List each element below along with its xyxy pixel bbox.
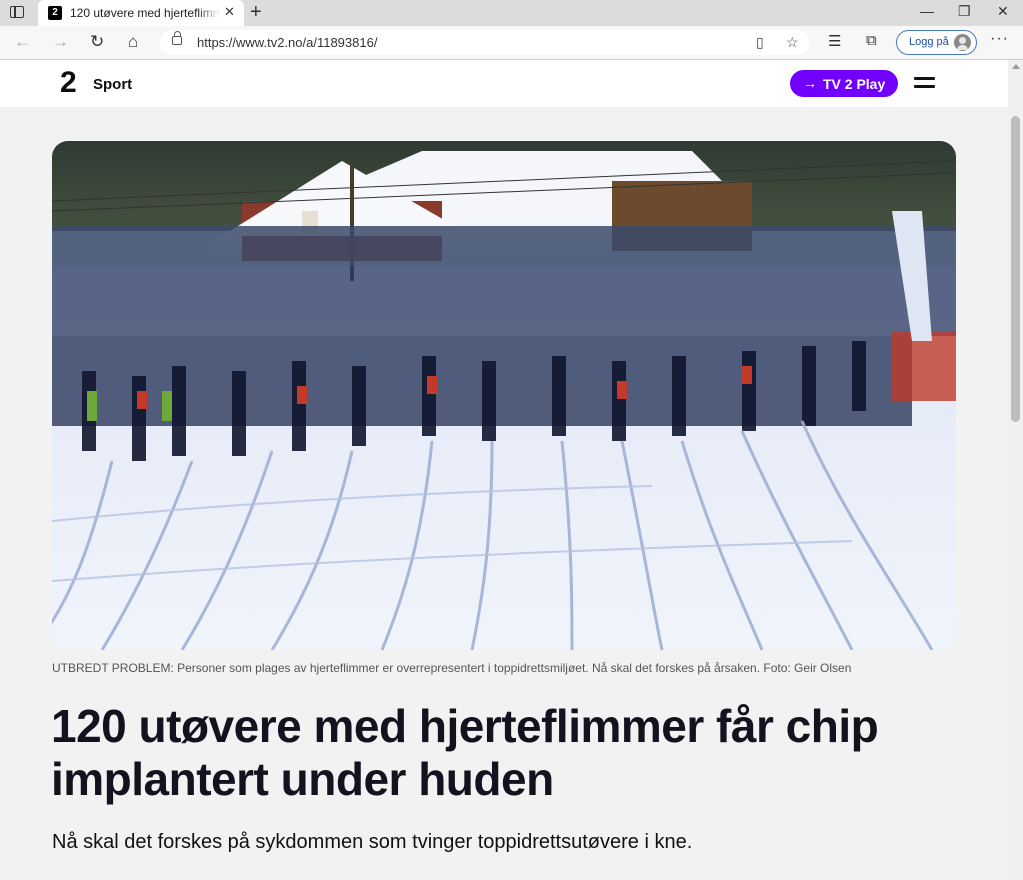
back-icon[interactable]: ← bbox=[14, 32, 31, 52]
page-scrollbar[interactable] bbox=[1008, 60, 1023, 880]
tv2-play-button[interactable]: → TV 2 Play bbox=[790, 70, 898, 97]
url-text[interactable]: https://www.tv2.no/a/11893816/ bbox=[197, 35, 377, 50]
more-icon[interactable]: ··· bbox=[990, 30, 1009, 48]
lock-icon[interactable] bbox=[172, 31, 182, 45]
minimize-icon[interactable]: — bbox=[920, 3, 934, 19]
browser-tab-strip: 2 120 utøvere med hjerteflimmer f ✕ + — … bbox=[0, 0, 1023, 26]
restore-icon[interactable]: ❐ bbox=[958, 3, 971, 20]
article-headline: 120 utøvere med hjerteflimmer får chip i… bbox=[51, 700, 879, 805]
article-lede: Nå skal det forskes på sykdommen som tvi… bbox=[52, 831, 693, 853]
tv2-favicon-icon: 2 bbox=[48, 6, 62, 20]
image-caption: UTBREDT PROBLEM: Personer som plages av … bbox=[52, 661, 852, 675]
collections-icon[interactable]: ⧉ bbox=[866, 32, 877, 49]
close-window-icon[interactable]: ✕ bbox=[997, 3, 1009, 20]
profile-icon bbox=[954, 34, 971, 51]
login-label: Logg på bbox=[909, 36, 949, 48]
refresh-icon[interactable]: ↻ bbox=[90, 32, 104, 52]
favorite-add-icon[interactable]: ☆ bbox=[786, 34, 799, 51]
hamburger-menu-icon[interactable] bbox=[914, 77, 935, 91]
forward-icon[interactable]: → bbox=[52, 32, 69, 52]
browser-tab-active[interactable]: 2 120 utøvere med hjerteflimmer f ✕ bbox=[38, 0, 244, 26]
article-hero-image bbox=[52, 141, 956, 650]
close-tab-icon[interactable]: ✕ bbox=[224, 4, 235, 20]
site-header: 2 Sport → TV 2 Play bbox=[0, 60, 1008, 107]
scrollbar-thumb[interactable] bbox=[1011, 116, 1020, 422]
section-link-sport[interactable]: Sport bbox=[93, 76, 132, 93]
address-bar[interactable]: https://www.tv2.no/a/11893816/ ▯ ☆ bbox=[160, 30, 810, 55]
browser-toolbar: ← → ↻ ⌂ https://www.tv2.no/a/11893816/ ▯… bbox=[0, 26, 1023, 60]
tv2-play-label: TV 2 Play bbox=[823, 76, 886, 92]
login-button[interactable]: Logg på bbox=[896, 30, 977, 55]
tv2-logo[interactable]: 2 bbox=[60, 68, 77, 98]
reader-icon[interactable]: ▯ bbox=[756, 34, 764, 51]
home-icon[interactable]: ⌂ bbox=[128, 32, 138, 52]
new-tab-icon[interactable]: + bbox=[250, 1, 262, 24]
tab-title: 120 utøvere med hjerteflimmer f bbox=[70, 6, 220, 20]
ski-race-photo bbox=[52, 141, 956, 650]
arrow-right-icon: → bbox=[803, 75, 817, 91]
tab-actions-icon[interactable] bbox=[10, 6, 24, 18]
favorites-icon[interactable]: ☰ bbox=[828, 32, 841, 50]
scroll-up-icon[interactable] bbox=[1012, 64, 1020, 69]
